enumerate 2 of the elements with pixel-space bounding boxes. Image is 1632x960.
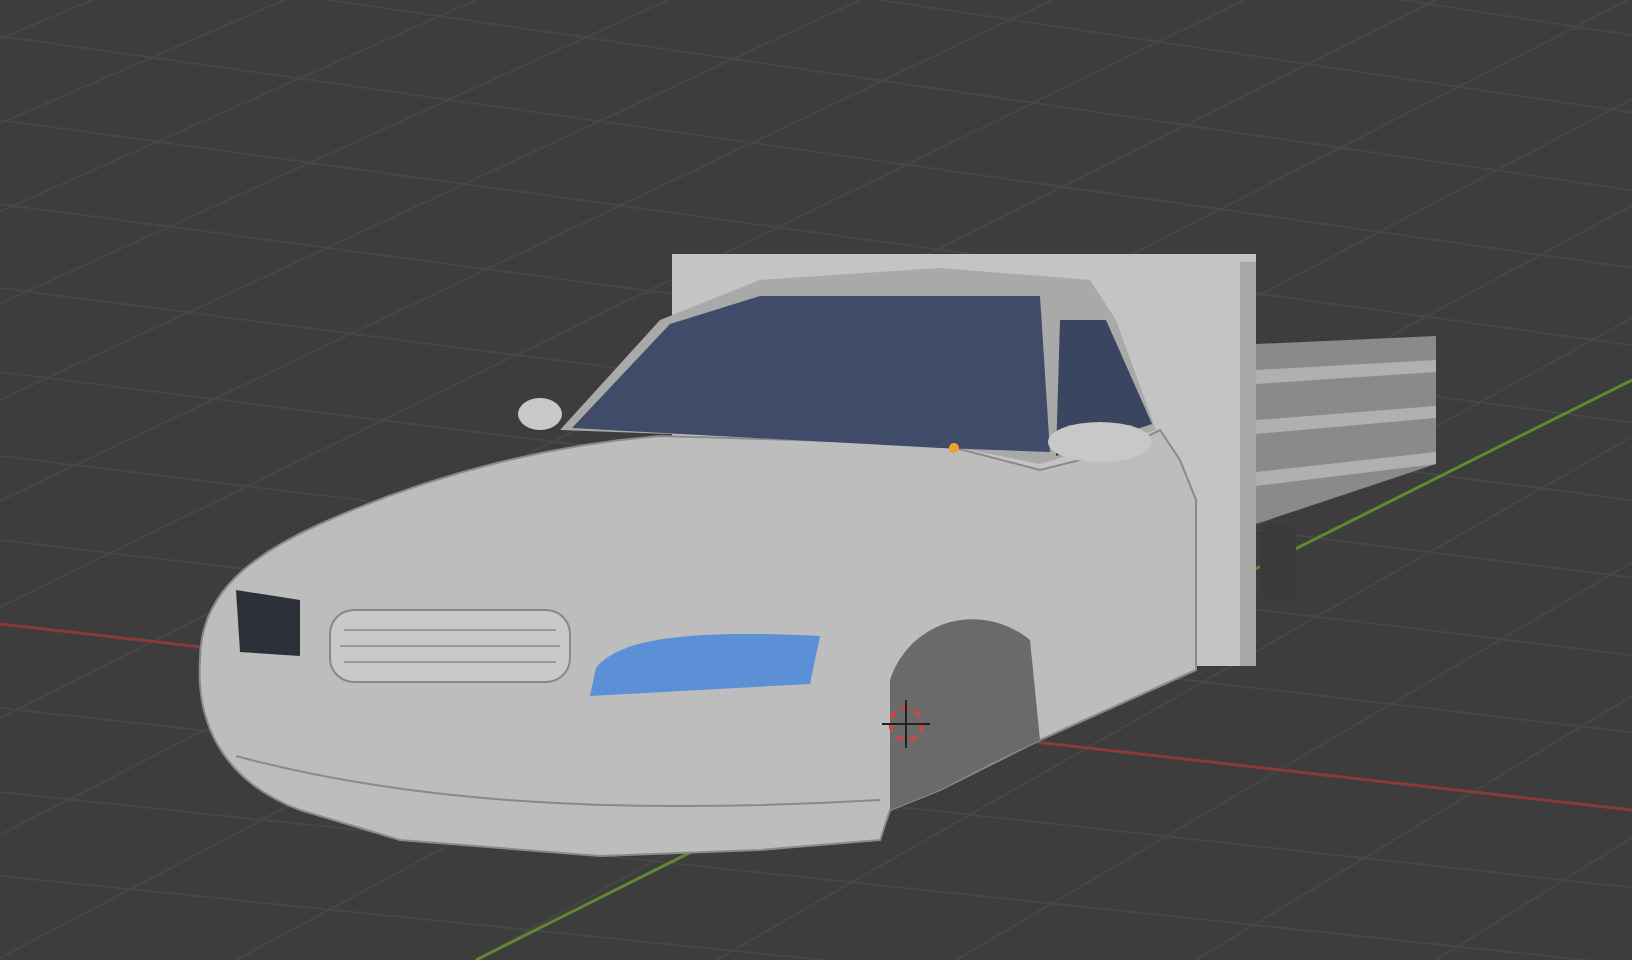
- 3d-cursor-icon: [881, 699, 931, 749]
- origin-dot-icon: [949, 443, 959, 453]
